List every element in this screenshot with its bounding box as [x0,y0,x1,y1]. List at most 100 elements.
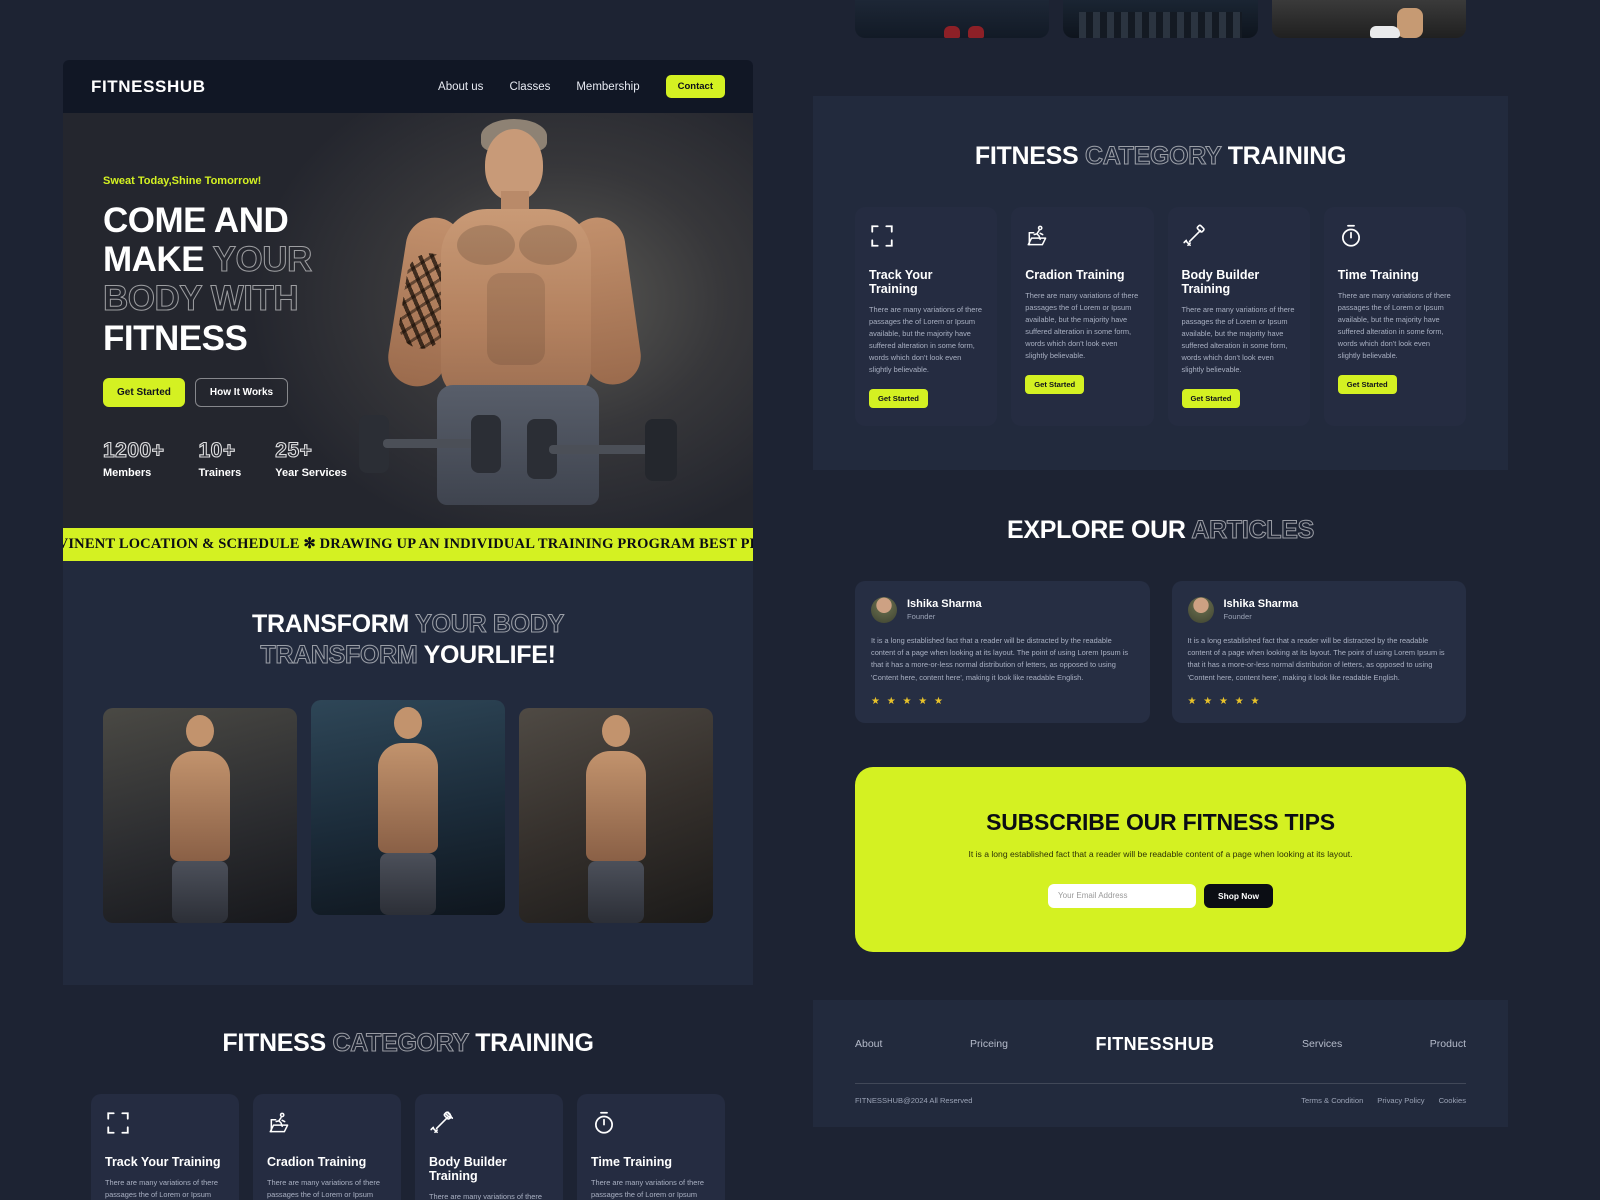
dumbbell-weight [645,419,677,481]
hero-how-it-works-button[interactable]: How It Works [194,377,289,407]
weight-rack [1078,12,1243,38]
strip-image-2[interactable] [1063,0,1258,38]
sneaker [1369,26,1400,38]
footer-link-priceing[interactable]: Priceing [970,1038,1008,1050]
category-card-body-builder-training[interactable]: Body Builder Training There are many var… [415,1094,563,1200]
category-card-grid: Track Your Training There are many varia… [91,1094,725,1200]
rating-stars: ★ ★ ★ ★ ★ [1187,696,1262,708]
footer-link-services[interactable]: Services [1302,1038,1342,1050]
category-card-grid: Track Your Training There are many varia… [855,207,1466,426]
card-get-started-button[interactable]: Get Started [1181,388,1241,408]
category-card-cradion-training[interactable]: Cradion Training There are many variatio… [1011,207,1154,426]
card-body: There are many variations of there passa… [1181,305,1295,374]
articles-card-grid: Ishika Sharma Founder It is a long estab… [855,580,1466,724]
nav-link-about-us[interactable]: About us [438,81,483,93]
athlete-pec-right [519,225,577,265]
footer-link-product[interactable]: Product [1430,1038,1466,1050]
figure-head [394,707,422,739]
card-title: Body Builder Training [429,1155,507,1183]
card-title: Body Builder Training [1181,268,1260,296]
card-body: There are many variations of there passa… [591,1178,704,1199]
category-section-right: FITNESS CATEGORY TRAINING Track Your Tra… [813,96,1508,470]
stat-trainers: 10+ Trainers [198,438,242,479]
stat-label: Trainers [198,466,242,479]
category-card-track-your-training[interactable]: Track Your Training There are many varia… [855,207,998,426]
logo[interactable]: FITNESSHUB [91,77,206,97]
category-card-track-your-training[interactable]: Track Your Training There are many varia… [91,1094,239,1200]
articles-heading: EXPLORE OUR ARTICLES [855,515,1466,545]
figure-legs [172,861,228,923]
gallery-figure [170,715,230,923]
hero-buttons: Get Started How It Works [103,377,433,407]
hero-line-1: COME AND [103,201,289,240]
articles-section: EXPLORE OUR ARTICLES Ishika Sharma Found… [813,470,1508,724]
testimonial-role: Founder [1223,612,1252,622]
stat-members: 1200+ Members [102,438,164,479]
footer-link-privacy[interactable]: Privacy Policy [1377,1096,1424,1105]
nav-links: About us Classes Membership Contact [438,75,725,98]
testimonial-header: Ishika Sharma Founder [1187,596,1451,623]
footer-link-about[interactable]: About [855,1038,882,1050]
gallery-image-2[interactable] [311,700,505,915]
contact-button[interactable]: Contact [665,75,725,98]
card-get-started-button[interactable]: Get Started [1025,374,1085,394]
category-card-cradion-training[interactable]: Cradion Training There are many variatio… [253,1094,401,1200]
gallery-image-3[interactable] [519,708,713,923]
shop-now-button[interactable]: Shop Now [1204,883,1273,908]
nav-link-classes[interactable]: Classes [509,81,550,93]
transform-section: TRANSFORM YOUR BODY TRANSFORM YOURLIFE! [63,561,753,985]
testimonial-body: It is a long established fact that a rea… [1187,635,1445,682]
dumbbell-icon [1182,224,1205,247]
card-title: Time Training [1337,268,1419,282]
testimonial-card[interactable]: Ishika Sharma Founder It is a long estab… [1171,580,1466,724]
stat-label: Year Services [275,466,347,479]
shoe [967,26,984,38]
testimonial-card[interactable]: Ishika Sharma Founder It is a long estab… [855,580,1150,724]
nav-link-membership[interactable]: Membership [576,81,639,93]
card-body: There are many variations of there passa… [1025,291,1139,360]
transform-line2-solid: YOURLIFE! [423,640,556,669]
category-heading: FITNESS CATEGORY TRAINING [91,1029,725,1058]
figure-legs [380,853,436,915]
articles-heading-solid: EXPLORE OUR [1007,515,1186,544]
artboard-left: FITNESSHUB About us Classes Membership C… [63,60,753,1200]
gallery-figure [586,715,646,923]
category-card-time-training[interactable]: Time Training There are many variations … [577,1094,725,1200]
category-card-time-training[interactable]: Time Training There are many variations … [1323,207,1466,426]
footer-link-cookies[interactable]: Cookies [1439,1096,1466,1105]
stat-year-services: 25+ Year Services [275,438,347,479]
figure-legs [588,861,644,923]
strip-image-1[interactable] [855,0,1050,38]
category-card-body-builder-training[interactable]: Body Builder Training There are many var… [1167,207,1310,426]
testimonial-name: Ishika Sharma [907,598,982,611]
crop-frame-icon [107,1112,129,1134]
card-title: Cradion Training [1025,268,1125,282]
shoe [944,26,961,38]
figure-head [186,715,214,747]
category-heading-part2: CATEGORY [1084,142,1222,171]
transform-line1-solid: TRANSFORM [252,610,410,638]
hero-line-3: BODY WITH [103,279,300,319]
transform-line2-outline: TRANSFORM [260,640,418,669]
card-body: There are many variations of there passa… [869,305,982,374]
strip-image-3[interactable] [1271,0,1466,38]
card-body: There are many variations of there passa… [429,1192,542,1200]
card-title: Track Your Training [869,268,933,296]
category-heading-part1: FITNESS [974,142,1079,170]
footer-link-terms[interactable]: Terms & Condition [1301,1096,1363,1105]
footer-logo[interactable]: FITNESSHUB [1095,1034,1214,1055]
hero-get-started-button[interactable]: Get Started [103,377,185,407]
footer-divider [855,1082,1466,1084]
subscribe-form: Shop Now [875,883,1446,908]
stat-value: 10+ [198,438,236,462]
card-get-started-button[interactable]: Get Started [1337,374,1397,394]
card-body: There are many variations of there passa… [267,1178,380,1199]
card-get-started-button[interactable]: Get Started [869,388,928,408]
dumbbell-icon [430,1111,454,1134]
card-title: Time Training [591,1155,673,1169]
subscribe-paragraph: It is a long established fact that a rea… [968,849,1353,860]
category-heading-part1: FITNESS [222,1029,326,1057]
email-input[interactable] [1048,883,1197,908]
gallery-image-1[interactable] [103,708,297,923]
stopwatch-icon [1341,224,1360,247]
